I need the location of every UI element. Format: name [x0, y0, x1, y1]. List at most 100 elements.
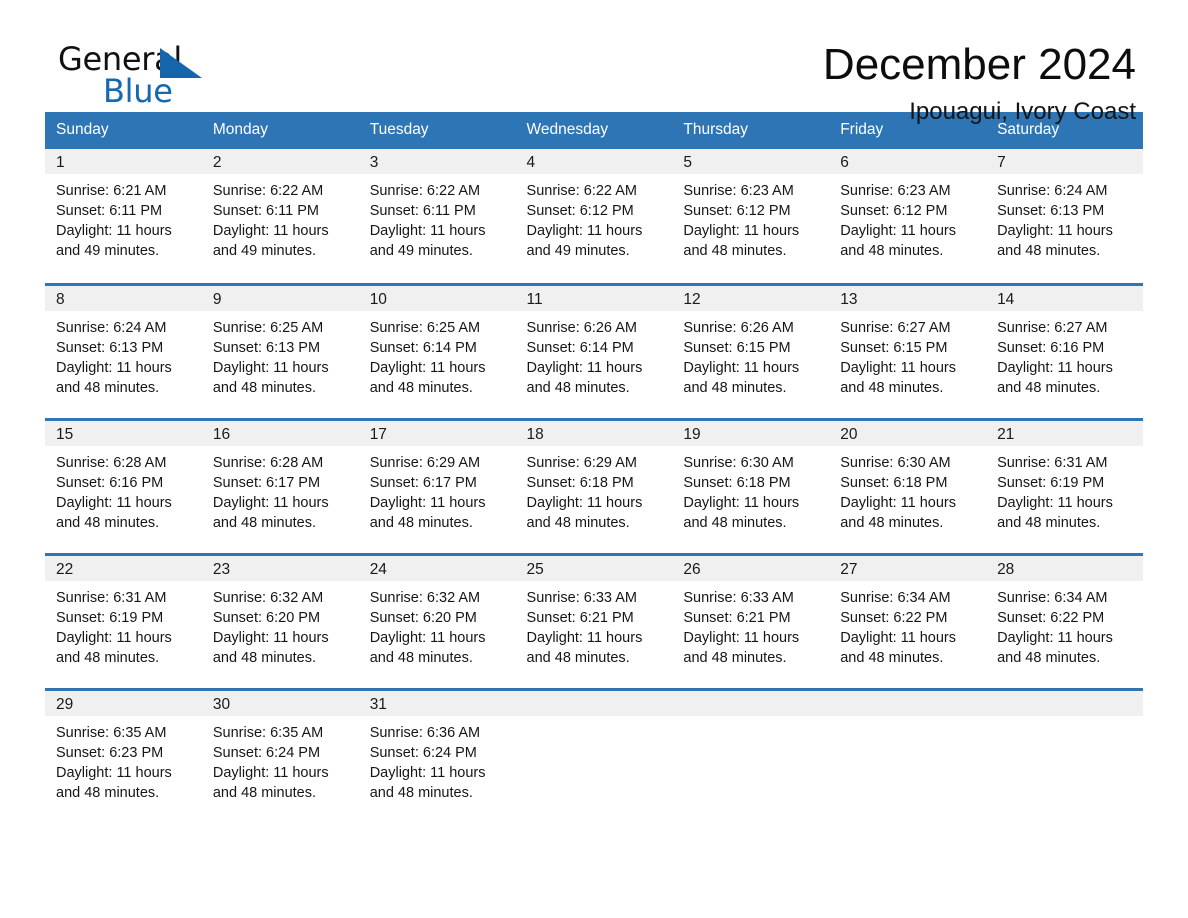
- daylight-text-line1: Daylight: 11 hours: [369, 629, 486, 646]
- sunrise-text: Sunrise: 6:32 AM: [369, 589, 481, 606]
- sunrise-text: Sunrise: 6:26 AM: [683, 319, 794, 336]
- logo-text-blue: Blue: [103, 72, 173, 110]
- calendar-day-cell[interactable]: 29 Sunrise: 6:35 AM Sunset: 6:23 PM Dayligh…: [45, 687, 202, 825]
- day-details: Sunrise: 6:29 AM Sunset: 6:18 PM Daylight:…: [516, 446, 673, 533]
- sunset-text: Sunset: 6:12 PM: [683, 203, 791, 219]
- sunset-text: Sunset: 6:12 PM: [840, 203, 948, 219]
- daylight-text-line2: and 48 minutes.: [369, 379, 473, 396]
- calendar-day-cell[interactable]: 4 Sunrise: 6:22 AM Sunset: 6:12 PM Daylight…: [515, 149, 673, 284]
- calendar-day-cell[interactable]: 3 Sunrise: 6:22 AM Sunset: 6:11 PM Daylight…: [358, 149, 516, 284]
- sunset-text: Sunset: 6:21 PM: [526, 609, 634, 626]
- calendar-day-cell[interactable]: 10 Sunrise: 6:25 AM Sunset: 6:14 PM Dayligh…: [358, 282, 516, 419]
- daylight-text-line2: and 49 minutes.: [212, 243, 317, 259]
- calendar-day-cell[interactable]: 18 Sunrise: 6:29 AM Sunset: 6:18 PM Dayligh…: [515, 417, 673, 554]
- day-number: 20: [829, 420, 987, 446]
- day-number: 8: [45, 285, 202, 311]
- day-details: [672, 716, 829, 723]
- calendar-day-cell[interactable]: 16 Sunrise: 6:28 AM Sunset: 6:17 PM Dayligh…: [201, 417, 359, 554]
- daylight-text-line1: Daylight: 11 hours: [212, 629, 329, 646]
- day-cell-content: 26 Sunrise: 6:33 AM Sunset: 6:21 PM Dayligh…: [672, 555, 830, 688]
- calendar-day-cell[interactable]: [515, 687, 673, 824]
- day-details: Sunrise: 6:33 AM Sunset: 6:21 PM Daylight:…: [672, 581, 829, 668]
- calendar-day-cell[interactable]: 6 Sunrise: 6:23 AM Sunset: 6:12 PM Daylight…: [829, 149, 987, 284]
- day-details: Sunrise: 6:31 AM Sunset: 6:19 PM Daylight:…: [45, 581, 202, 668]
- day-number: 29: [45, 690, 202, 716]
- daylight-text-line1: Daylight: 11 hours: [369, 764, 486, 781]
- daylight-text-line2: and 48 minutes.: [840, 649, 944, 666]
- calendar-day-cell[interactable]: 27 Sunrise: 6:34 AM Sunset: 6:22 PM Dayligh…: [829, 552, 987, 689]
- calendar-day-cell[interactable]: 11 Sunrise: 6:26 AM Sunset: 6:14 PM Dayligh…: [515, 282, 673, 419]
- day-details: Sunrise: 6:27 AM Sunset: 6:15 PM Daylight:…: [829, 311, 986, 398]
- day-number: 24: [358, 555, 516, 581]
- calendar-day-cell[interactable]: 28 Sunrise: 6:34 AM Sunset: 6:22 PM Dayligh…: [986, 552, 1143, 689]
- day-cell-content: 29 Sunrise: 6:35 AM Sunset: 6:23 PM Dayligh…: [45, 690, 202, 825]
- calendar-day-cell[interactable]: 8 Sunrise: 6:24 AM Sunset: 6:13 PM Daylight…: [45, 282, 202, 419]
- daylight-text-line1: Daylight: 11 hours: [56, 494, 172, 511]
- day-cell-content: 24 Sunrise: 6:32 AM Sunset: 6:20 PM Dayligh…: [358, 555, 516, 688]
- day-number: 22: [45, 555, 202, 581]
- sunset-text: Sunset: 6:18 PM: [840, 474, 948, 491]
- daylight-text-line1: Daylight: 11 hours: [683, 223, 800, 239]
- day-number: 15: [45, 420, 202, 446]
- calendar-day-cell[interactable]: 19 Sunrise: 6:30 AM Sunset: 6:18 PM Dayligh…: [672, 417, 830, 554]
- calendar-day-cell[interactable]: 30 Sunrise: 6:35 AM Sunset: 6:24 PM Dayligh…: [201, 687, 359, 825]
- calendar-day-cell[interactable]: 7 Sunrise: 6:24 AM Sunset: 6:13 PM Daylight…: [986, 149, 1143, 284]
- calendar-day-cell[interactable]: [672, 687, 830, 824]
- daylight-text-line1: Daylight: 11 hours: [683, 494, 800, 511]
- daylight-text-line2: and 49 minutes.: [56, 243, 160, 259]
- calendar-day-cell[interactable]: 22 Sunrise: 6:31 AM Sunset: 6:19 PM Dayligh…: [45, 552, 202, 689]
- day-cell-content: 7 Sunrise: 6:24 AM Sunset: 6:13 PM Daylight…: [986, 149, 1143, 283]
- calendar-day-cell[interactable]: 9 Sunrise: 6:25 AM Sunset: 6:13 PM Daylight…: [201, 282, 359, 419]
- calendar-day-cell[interactable]: 23 Sunrise: 6:32 AM Sunset: 6:20 PM Dayligh…: [201, 552, 359, 689]
- page-title: December 2024: [822, 40, 1136, 89]
- calendar-day-cell[interactable]: 17 Sunrise: 6:29 AM Sunset: 6:17 PM Dayligh…: [358, 417, 516, 554]
- day-details: Sunrise: 6:26 AM Sunset: 6:14 PM Daylight:…: [516, 311, 673, 398]
- calendar-day-cell[interactable]: 24 Sunrise: 6:32 AM Sunset: 6:20 PM Dayligh…: [358, 552, 516, 689]
- sunrise-text: Sunrise: 6:29 AM: [526, 454, 637, 471]
- sunrise-text: Sunrise: 6:35 AM: [212, 724, 324, 741]
- calendar-day-cell[interactable]: 21 Sunrise: 6:31 AM Sunset: 6:19 PM Dayligh…: [986, 417, 1143, 554]
- day-number: 7: [986, 149, 1143, 174]
- sunrise-text: Sunrise: 6:25 AM: [369, 319, 481, 336]
- calendar-day-cell[interactable]: 14 Sunrise: 6:27 AM Sunset: 6:16 PM Dayligh…: [986, 282, 1143, 419]
- calendar-day-cell[interactable]: 13 Sunrise: 6:27 AM Sunset: 6:15 PM Dayligh…: [829, 282, 987, 419]
- calendar-day-cell[interactable]: 1 Sunrise: 6:21 AM Sunset: 6:11 PM Daylight…: [45, 149, 202, 284]
- day-cell-content: 30 Sunrise: 6:35 AM Sunset: 6:24 PM Dayligh…: [201, 690, 359, 825]
- calendar-day-cell[interactable]: [829, 687, 987, 824]
- calendar-day-cell[interactable]: 31 Sunrise: 6:36 AM Sunset: 6:24 PM Dayligh…: [358, 687, 516, 824]
- daylight-text-line2: and 48 minutes.: [56, 379, 160, 396]
- sunset-text: Sunset: 6:21 PM: [683, 609, 791, 626]
- calendar-day-cell[interactable]: [986, 687, 1143, 824]
- sunset-text: Sunset: 6:13 PM: [997, 203, 1105, 219]
- day-number: 17: [358, 420, 516, 446]
- day-cell-content: 17 Sunrise: 6:29 AM Sunset: 6:17 PM Dayligh…: [358, 420, 516, 553]
- calendar-day-cell[interactable]: 25 Sunrise: 6:33 AM Sunset: 6:21 PM Dayligh…: [515, 552, 673, 689]
- daylight-text-line2: and 48 minutes.: [56, 514, 160, 531]
- sunset-text: Sunset: 6:20 PM: [212, 609, 321, 626]
- day-cell-content: 10 Sunrise: 6:25 AM Sunset: 6:14 PM Dayligh…: [358, 285, 516, 418]
- daylight-text-line2: and 48 minutes.: [997, 514, 1101, 531]
- sunrise-text: Sunrise: 6:34 AM: [840, 589, 951, 606]
- day-cell-content: 8 Sunrise: 6:24 AM Sunset: 6:13 PM Daylight…: [45, 285, 202, 418]
- calendar-day-cell[interactable]: 26 Sunrise: 6:33 AM Sunset: 6:21 PM Dayligh…: [672, 552, 830, 689]
- sunrise-text: Sunrise: 6:31 AM: [997, 454, 1108, 471]
- calendar-day-cell[interactable]: 20 Sunrise: 6:30 AM Sunset: 6:18 PM Dayligh…: [829, 417, 987, 554]
- day-cell-content: 19 Sunrise: 6:30 AM Sunset: 6:18 PM Dayligh…: [672, 420, 830, 553]
- sunrise-text: Sunrise: 6:35 AM: [56, 724, 167, 741]
- day-number: 28: [986, 555, 1143, 581]
- sunset-text: Sunset: 6:11 PM: [212, 203, 319, 219]
- daylight-text-line2: and 48 minutes.: [840, 379, 944, 396]
- daylight-text-line1: Daylight: 11 hours: [369, 359, 486, 376]
- day-number: 18: [515, 420, 673, 446]
- day-number: 5: [672, 149, 830, 174]
- calendar-day-cell[interactable]: 15 Sunrise: 6:28 AM Sunset: 6:16 PM Dayligh…: [45, 417, 202, 554]
- daylight-text-line2: and 48 minutes.: [526, 514, 630, 531]
- day-details: [829, 716, 986, 723]
- calendar-day-cell[interactable]: 12 Sunrise: 6:26 AM Sunset: 6:15 PM Dayligh…: [672, 282, 830, 419]
- calendar-day-cell[interactable]: 2 Sunrise: 6:22 AM Sunset: 6:11 PM Daylight…: [201, 149, 359, 284]
- calendar-day-cell[interactable]: 5 Sunrise: 6:23 AM Sunset: 6:12 PM Daylight…: [672, 149, 830, 284]
- daylight-text-line2: and 48 minutes.: [212, 379, 317, 396]
- day-cell-content: 25 Sunrise: 6:33 AM Sunset: 6:21 PM Dayligh…: [515, 555, 673, 688]
- day-cell-content: 5 Sunrise: 6:23 AM Sunset: 6:12 PM Daylight…: [672, 149, 830, 283]
- daylight-text-line1: Daylight: 11 hours: [56, 223, 172, 239]
